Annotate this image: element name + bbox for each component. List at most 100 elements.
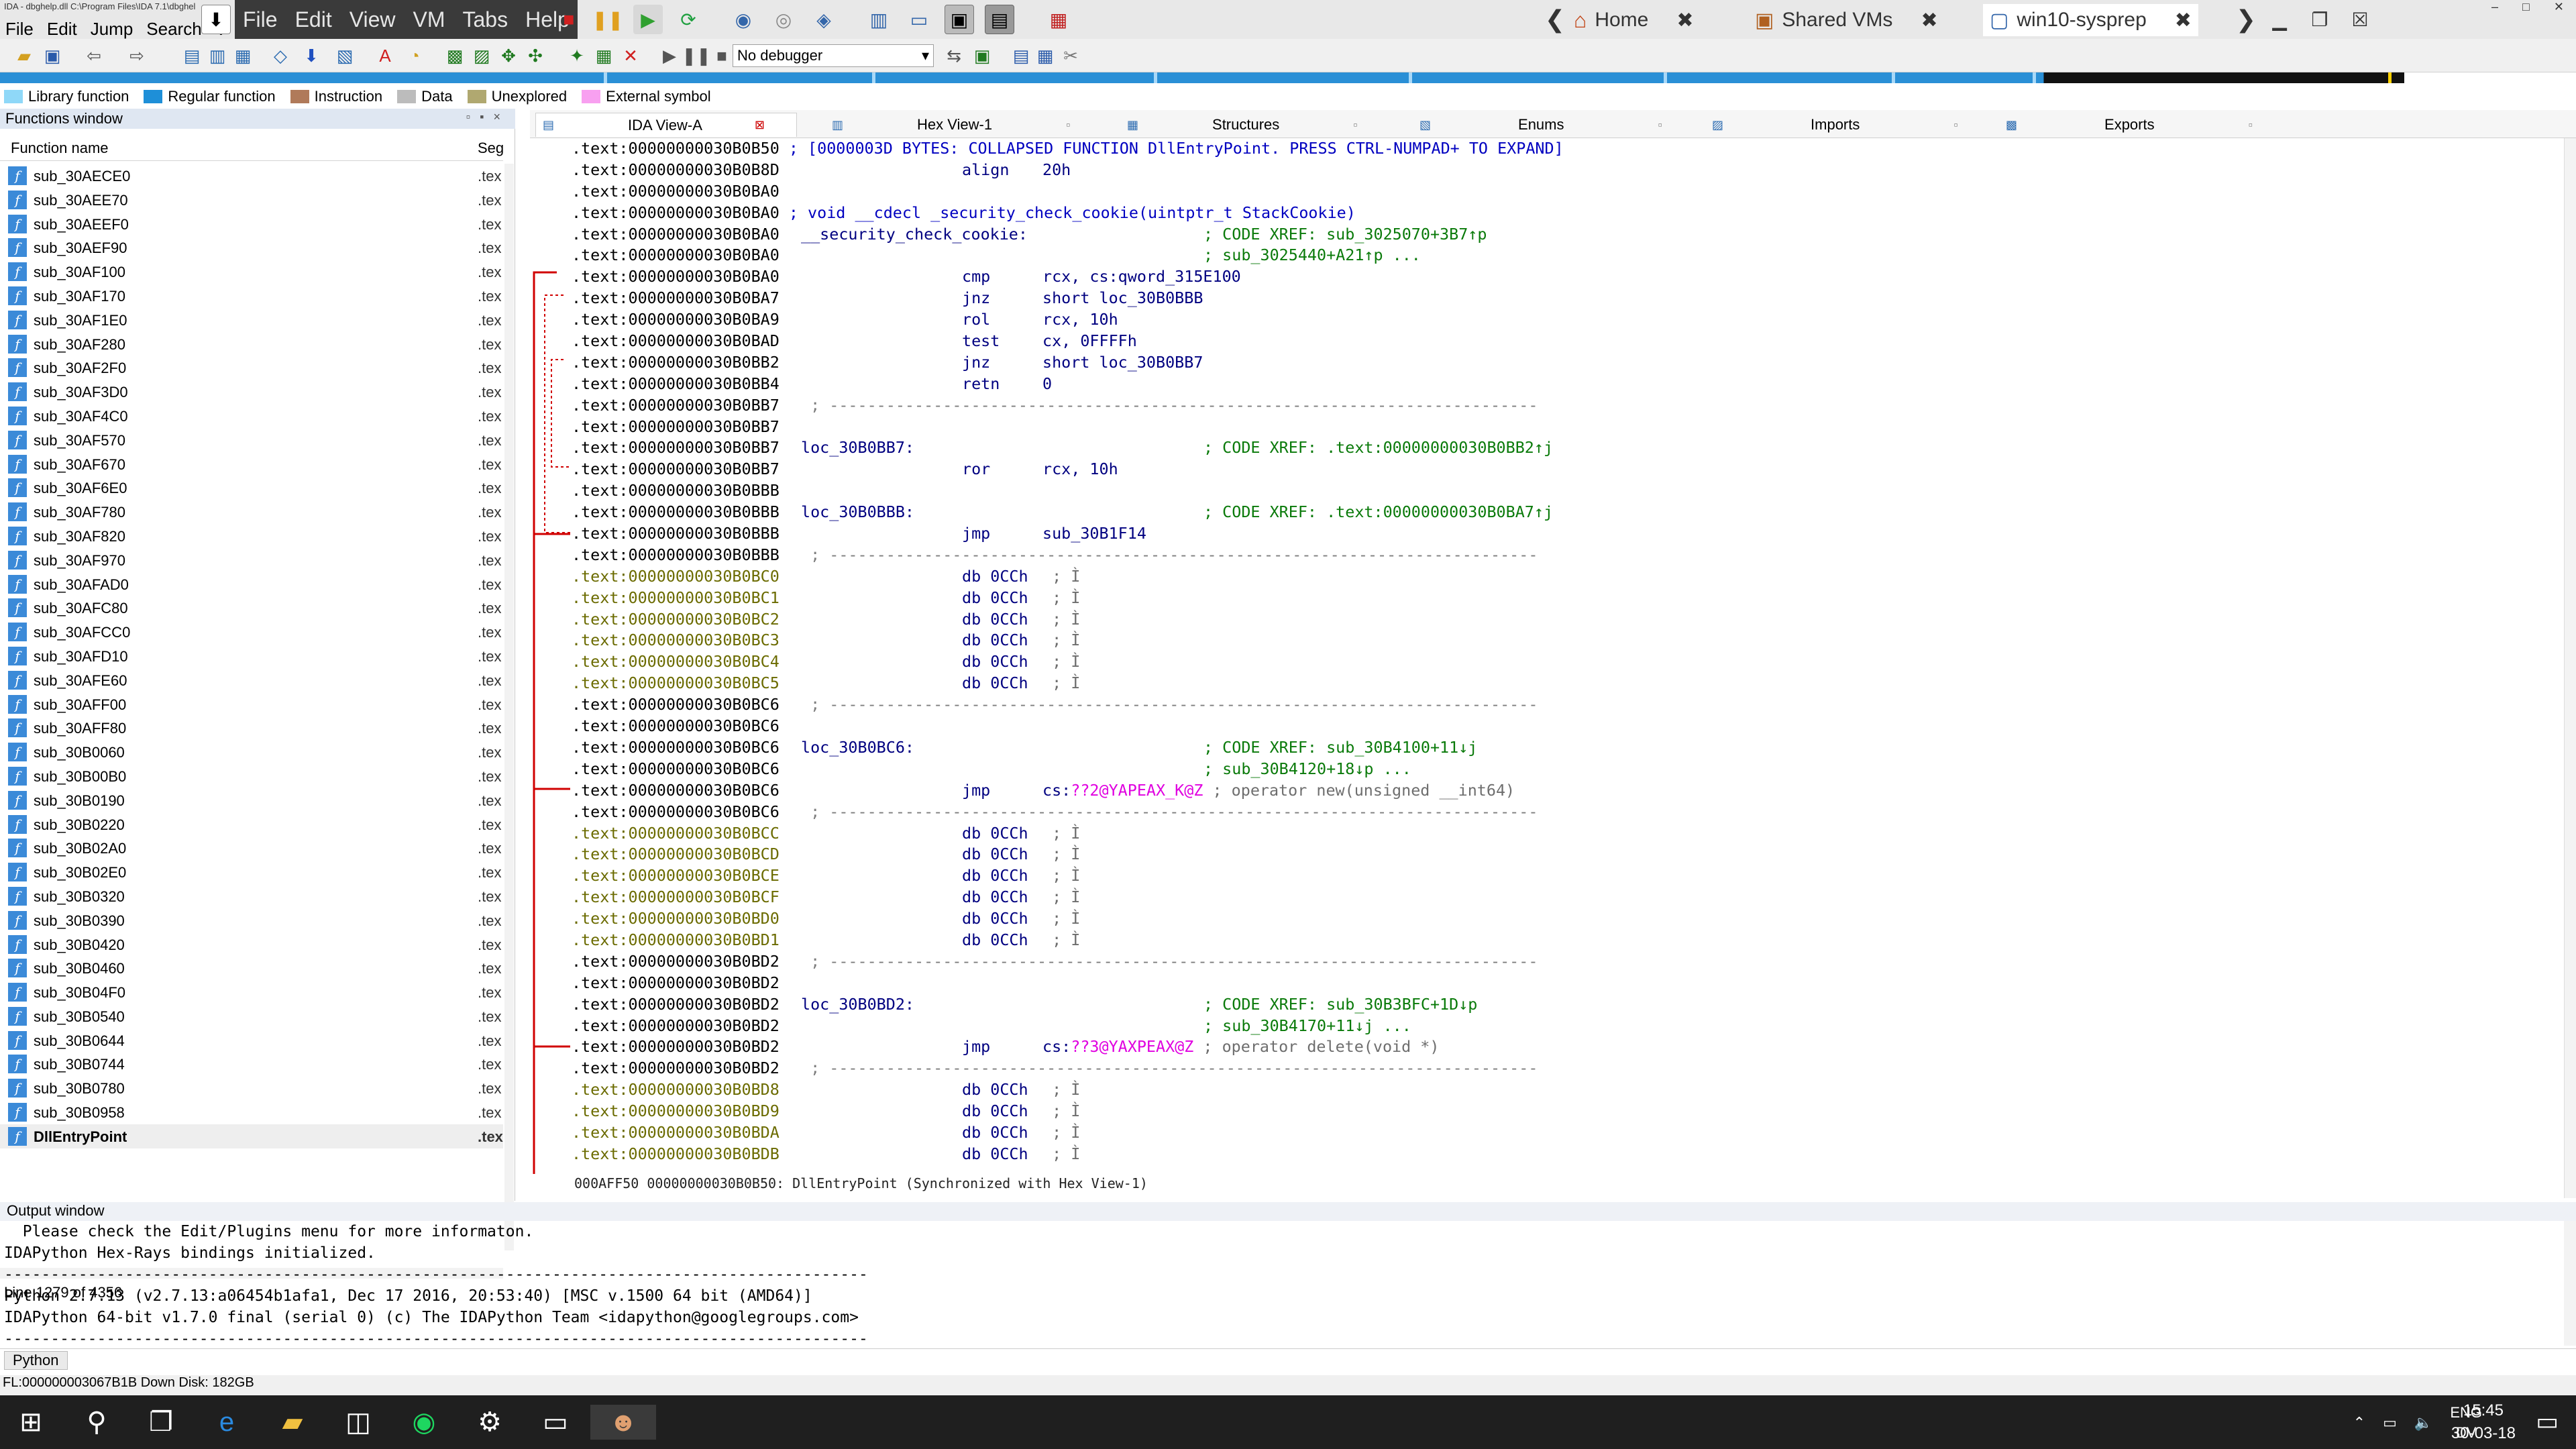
snapshot-icon[interactable]: ◉ [729,5,758,34]
function-row[interactable]: f sub_30AF2F0 .tex [0,356,503,380]
vm-tab-home[interactable]: ⌂ Home ✖ [1574,4,1694,36]
disassembly-view[interactable]: .text:00000000030B0B50 ; [0000003D BYTES… [530,138,2565,1174]
store-icon[interactable]: ◫ [341,1405,376,1440]
asm-line[interactable]: .text:00000000030B0BB7 loc_30B0BB7: ; CODE… [572,437,1564,459]
open-icon[interactable]: ▰ [12,44,36,67]
vm-menu-vm[interactable]: VM [413,7,445,32]
asm-line[interactable]: .text:00000000030B0BD2 [572,973,1564,994]
settings-icon[interactable]: ⚙ [472,1405,507,1440]
asm-line[interactable]: .text:00000000030B0BB7 ; ---------------… [572,395,1564,417]
function-row[interactable]: f sub_30AF4C0 .tex [0,404,503,428]
breakpoints-icon[interactable]: ▤ [1009,44,1033,67]
function-row[interactable]: f sub_30B0744 .tex [0,1052,503,1076]
process-icon[interactable]: ▣ [970,44,994,67]
output-window-body[interactable]: Please check the Edit/Plugins menu for m… [0,1221,2563,1348]
vm-menu-file[interactable]: File [243,7,278,32]
host-maximize-icon[interactable]: □ [2522,0,2530,16]
ida-menu-jump[interactable]: Jump [91,19,133,39]
asm-line[interactable]: .text:00000000030B0BB7 ror rcx, 10h [572,459,1564,480]
function-row[interactable]: f sub_30B04F0 .tex [0,980,503,1004]
edge-icon[interactable]: e [209,1405,244,1440]
windows-start-icon[interactable]: ⊞ [13,1405,48,1440]
save-icon[interactable]: ▣ [40,44,64,67]
pin-icon[interactable]: ▪ [480,110,493,123]
vm-menu-tabs[interactable]: Tabs [462,7,508,32]
vm-menu-view[interactable]: View [350,7,396,32]
function-row[interactable]: f sub_30AF6E0 .tex [0,476,503,500]
minimize-icon[interactable]: ▁ [2265,5,2294,34]
tab-forward-icon[interactable]: ❯ [2231,5,2261,34]
asm-line[interactable]: .text:00000000030B0BCD db 0CCh ; Ì [572,844,1564,865]
function-row[interactable]: f sub_30AF280 .tex [0,332,503,356]
tab-ida-view-a[interactable]: ▤ IDA View-A ⊠ [535,113,797,137]
asm-line[interactable]: .text:00000000030B0B50 ; [0000003D BYTES… [572,138,1564,160]
asm-import-symbol[interactable]: ??2@YAPEAX_K@Z [1071,781,1203,800]
notifications-icon[interactable]: ▭ [2536,1407,2559,1436]
navigation-band[interactable] [0,72,2404,83]
function-row[interactable]: f sub_30AFC80 .tex [0,596,503,620]
back-icon[interactable]: ⇦ [82,44,106,67]
asm-line[interactable]: .text:00000000030B0BC4 db 0CCh ; Ì [572,651,1564,673]
asm-line[interactable]: .text:00000000030B0BC6 loc_30B0BC6: ; CODE… [572,737,1564,759]
close-icon[interactable]: ✖ [1921,9,1937,32]
close-icon[interactable]: ✖ [2175,9,2192,32]
python-language-button[interactable]: Python [4,1351,68,1370]
asm-line[interactable]: .text:00000000030B0BD0 db 0CCh ; Ì [572,908,1564,930]
task-view-icon[interactable]: ❐ [144,1405,178,1440]
function-row[interactable]: f sub_30B0390 .tex [0,908,503,932]
asm-line[interactable]: .text:00000000030B0BC6 jmp cs:??2@YAPEAX_K… [572,780,1564,802]
asm-line[interactable]: .text:00000000030B0BC1 db 0CCh ; Ì [572,588,1564,609]
close-window-icon[interactable]: ☒ [2345,5,2375,34]
asm-line[interactable]: .text:00000000030B0BA9 rol rcx, 10h [572,309,1564,331]
flow-chart-icon[interactable]: ✥ [496,44,521,67]
thumbnail-bar-icon[interactable]: ▭ [904,5,934,34]
jump-down-icon[interactable]: ⬇ [299,44,323,67]
asm-import-symbol[interactable]: ??3@YAXPEAX@Z [1071,1037,1193,1056]
close-icon[interactable]: ✖ [1676,9,1693,32]
close-icon[interactable]: ▫ [1953,118,1957,132]
asm-line[interactable]: .text:00000000030B0BD8 db 0CCh ; Ì [572,1079,1564,1101]
asm-line[interactable]: .text:00000000030B0B8D align 20h [572,160,1564,181]
asm-line[interactable]: .text:00000000030B0BBB loc_30B0BBB: ; CODE… [572,502,1564,523]
forward-icon[interactable]: ⇨ [125,44,149,67]
ida-menu-edit[interactable]: Edit [47,19,77,39]
debug-pause-icon[interactable]: ❚❚ [682,44,711,67]
host-minimize-icon[interactable]: – [2491,0,2498,16]
asm-line[interactable]: .text:00000000030B0BA0 ; sub_3025440+A21↑… [572,245,1564,266]
asm-line[interactable]: .text:00000000030B0BDB db 0CCh ; Ì [572,1144,1564,1165]
function-row[interactable]: f sub_30AF100 .tex [0,260,503,284]
play-icon[interactable]: ▶ [633,5,663,34]
asm-line[interactable]: .text:00000000030B0BCC db 0CCh ; Ì [572,823,1564,845]
asm-line[interactable]: .text:00000000030B0BC6 ; ---------------… [572,802,1564,823]
function-row[interactable]: f sub_30AF820 .tex [0,524,503,548]
asm-line[interactable]: .text:00000000030B0BD2 jmp cs:??3@YAXPEAX@… [572,1036,1564,1058]
pause-icon[interactable]: ❚❚ [592,5,624,34]
asm-line[interactable]: .text:00000000030B0BA0 ; void __cdecl _s… [572,203,1564,224]
function-row[interactable]: f sub_30AFE60 .tex [0,668,503,692]
asm-line[interactable]: .text:00000000030B0BD9 db 0CCh ; Ì [572,1101,1564,1122]
function-row[interactable]: f sub_30B02A0 .tex [0,836,503,860]
function-row[interactable]: f sub_30AFF80 .tex [0,716,503,740]
xref-graph-icon[interactable]: ✣ [523,44,547,67]
lightbulb-icon[interactable]: ◔ [402,44,427,67]
function-row[interactable]: f sub_30AEF90 .tex [0,235,503,260]
asm-line[interactable]: .text:00000000030B0BA0 cmp rcx, cs:qword_3… [572,266,1564,288]
asm-line[interactable]: .text:00000000030B0BC5 db 0CCh ; Ì [572,673,1564,694]
refresh-icon[interactable]: ⟳ [674,5,703,34]
asm-line[interactable]: .text:00000000030B0BCE db 0CCh ; Ì [572,865,1564,887]
function-row[interactable]: f sub_30AF570 .tex [0,428,503,452]
ida-menu-file[interactable]: File [5,19,34,39]
function-row[interactable]: f sub_30B0190 .tex [0,788,503,812]
asm-line[interactable]: .text:00000000030B0BC2 db 0CCh ; Ì [572,609,1564,631]
asm-line[interactable]: .text:00000000030B0BDA db 0CCh ; Ì [572,1122,1564,1144]
restore-icon[interactable]: ❐ [2305,5,2334,34]
function-row[interactable]: f sub_30B0220 .tex [0,812,503,837]
file-explorer-icon[interactable]: ▰ [275,1405,310,1440]
asm-line[interactable]: .text:00000000030B0BD1 db 0CCh ; Ì [572,930,1564,951]
asm-line[interactable]: .text:00000000030B0BD2 loc_30B0BD2: ; CODE… [572,994,1564,1016]
function-row[interactable]: f sub_30B0540 .tex [0,1004,503,1028]
function-row[interactable]: f sub_30AF670 .tex [0,452,503,476]
hex-icon[interactable]: ▥ [205,44,229,67]
close-icon[interactable]: ▫ [1066,118,1070,132]
ida-taskbar-icon[interactable]: ☻ [590,1405,656,1440]
